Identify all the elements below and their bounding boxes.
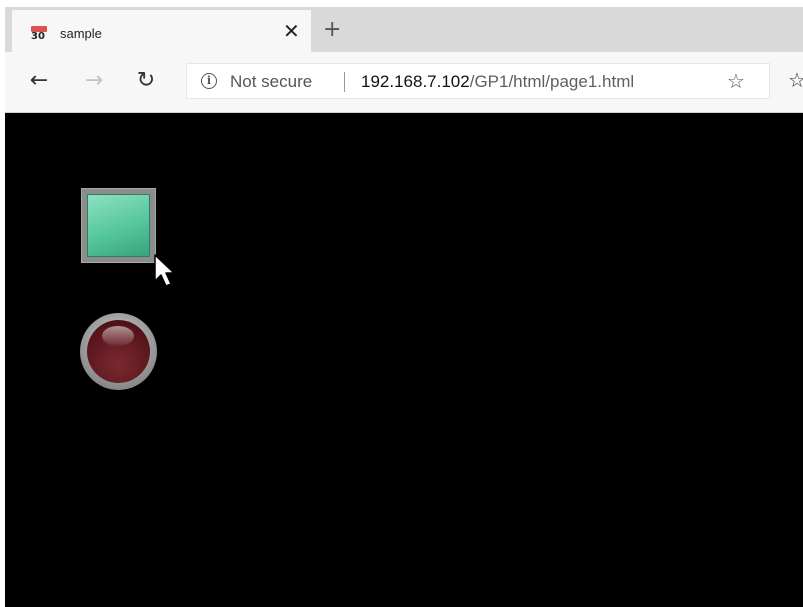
url-input[interactable]: 192.168.7.102/GP1/html/page1.html [361,72,634,92]
lamp-highlight [102,326,134,346]
forward-arrow-icon: → [84,67,104,93]
refresh-icon: ↻ [136,67,156,93]
lamp-face [87,320,150,383]
square-button[interactable] [81,188,156,263]
tab-title: sample [60,26,102,41]
url-divider [344,72,345,92]
security-label[interactable]: Not secure [230,72,312,92]
page-canvas [5,113,803,607]
favicon-number: 30 [31,31,45,42]
favicon-icon: 30 [31,26,47,43]
forward-button[interactable]: → [80,66,108,94]
mouse-cursor-icon [154,254,175,287]
add-favorite-icon[interactable]: ☆ [727,69,745,93]
close-tab-icon[interactable]: ✕ [283,21,300,41]
favorites-icon[interactable]: ☆ [788,68,803,92]
refresh-button[interactable]: ↻ [132,66,160,94]
info-icon[interactable]: i [201,73,217,89]
lamp-indicator [80,313,157,390]
address-bar[interactable]: i Not secure 192.168.7.102/GP1/html/page… [186,63,770,99]
back-button[interactable]: ← [25,66,53,94]
url-path: /GP1/html/page1.html [469,72,635,91]
tab-sample[interactable]: 30 sample ✕ [12,10,311,52]
new-tab-button[interactable]: + [323,19,341,41]
navigation-bar: ← → ↻ i Not secure 192.168.7.102/GP1/htm… [5,52,803,113]
back-arrow-icon: ← [29,67,49,93]
url-host: 192.168.7.102 [361,72,470,91]
square-button-face [87,194,150,257]
